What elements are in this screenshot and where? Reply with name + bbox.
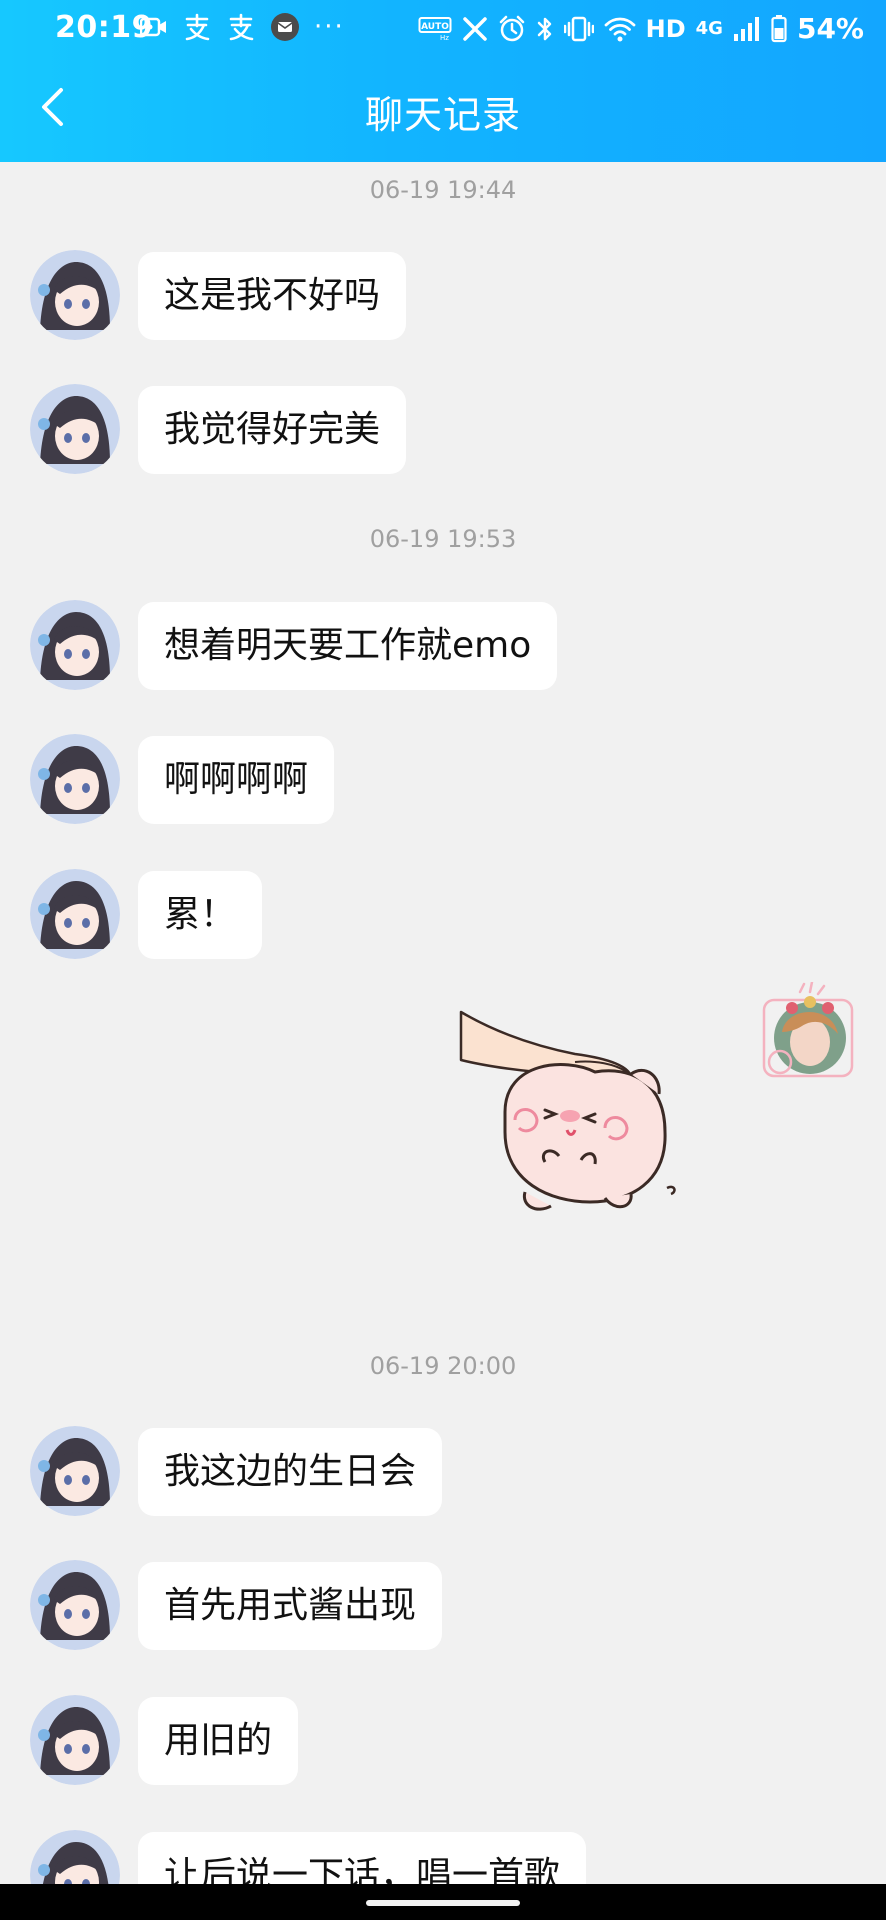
x-icon xyxy=(462,16,488,42)
message-bubble[interactable]: 首先用式酱出现 xyxy=(138,1562,443,1650)
message-bubble[interactable]: 累！ xyxy=(138,871,263,959)
svg-text:Hz: Hz xyxy=(440,34,449,42)
alipay-icon xyxy=(182,12,212,42)
bluetooth-icon xyxy=(536,15,554,43)
overflow-dots: ··· xyxy=(314,12,345,42)
timestamp: 06-19 20:00 xyxy=(369,1352,517,1380)
home-indicator[interactable] xyxy=(366,1900,520,1906)
contact-avatar[interactable] xyxy=(30,600,120,690)
battery-icon xyxy=(771,14,787,43)
system-nav-bar xyxy=(0,1884,886,1920)
message-bubble[interactable]: 这是我不好吗 xyxy=(138,252,407,340)
message-bubble[interactable]: 用旧的 xyxy=(138,1697,299,1785)
mail-icon xyxy=(270,12,300,42)
contact-avatar[interactable] xyxy=(30,869,120,959)
auto-icon: AUTO Hz xyxy=(418,16,452,42)
self-avatar[interactable] xyxy=(758,980,858,1082)
chat-history-list[interactable]: 06-19 19:44 这是我不好吗 我觉得好完美 06-19 19:53 想着… xyxy=(0,162,886,1884)
contact-avatar[interactable] xyxy=(30,1426,120,1516)
contact-avatar[interactable] xyxy=(30,1560,120,1650)
contact-avatar[interactable] xyxy=(30,1830,120,1884)
status-left-icons: ··· xyxy=(140,12,345,42)
hd-label: HD xyxy=(645,14,686,43)
signal-icon xyxy=(733,16,761,42)
contact-avatar[interactable] xyxy=(30,250,120,340)
app-header: 20:19 ··· AUTO Hz HD 4G 54% 聊天记录 xyxy=(0,0,886,162)
status-right-icons: AUTO Hz HD 4G 54% xyxy=(418,12,864,45)
head-pat-pig-sticker[interactable] xyxy=(455,1002,720,1247)
contact-avatar[interactable] xyxy=(30,384,120,474)
video-icon xyxy=(140,16,168,38)
message-bubble[interactable]: 我觉得好完美 xyxy=(138,386,407,474)
wifi-icon xyxy=(604,15,636,43)
contact-avatar[interactable] xyxy=(30,734,120,824)
svg-text:AUTO: AUTO xyxy=(421,22,449,32)
alipay-icon xyxy=(226,12,256,42)
timestamp: 06-19 19:53 xyxy=(369,525,517,553)
message-bubble[interactable]: 我这边的生日会 xyxy=(138,1428,443,1516)
contact-avatar[interactable] xyxy=(30,1695,120,1785)
battery-level: 54% xyxy=(796,12,864,45)
vibrate-icon xyxy=(563,16,594,42)
timestamp: 06-19 19:44 xyxy=(369,176,517,204)
alarm-icon xyxy=(498,15,526,43)
message-bubble[interactable]: 让后说一下话，唱一首歌 xyxy=(138,1832,587,1884)
status-time: 20:19 xyxy=(55,10,153,45)
status-bar: 20:19 ··· AUTO Hz HD 4G 54% xyxy=(0,0,886,60)
message-bubble[interactable]: 啊啊啊啊 xyxy=(138,736,335,824)
title-bar: 聊天记录 xyxy=(0,68,886,148)
message-bubble[interactable]: 想着明天要工作就emo xyxy=(138,602,558,690)
network-type: 4G xyxy=(695,18,723,39)
page-title: 聊天记录 xyxy=(364,93,521,137)
